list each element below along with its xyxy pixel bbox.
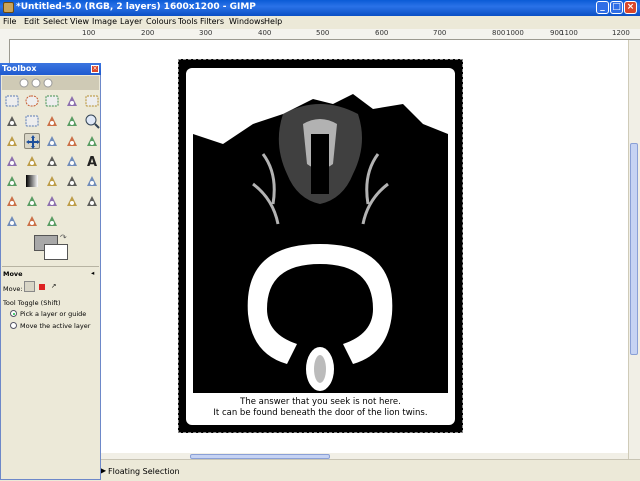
image-caption-line-2: It can be found beneath the door of the … [213, 408, 428, 418]
move-layer-mode-button[interactable] [24, 281, 35, 292]
move-selection-mode-button[interactable] [39, 284, 45, 290]
rect-select-tool-icon[interactable] [4, 93, 20, 109]
flip-tool-icon[interactable] [64, 153, 80, 169]
wilber-eyes-icon [19, 78, 53, 88]
close-button[interactable]: × [624, 1, 637, 14]
menu-edit[interactable]: Edit [24, 17, 40, 26]
perspective-clone-tool-icon[interactable] [84, 193, 100, 209]
heal-tool-icon[interactable] [64, 193, 80, 209]
ruler-tick: 200 [141, 29, 155, 37]
airbrush-tool-icon[interactable] [4, 193, 20, 209]
ellipse-select-tool-icon[interactable] [24, 93, 40, 109]
eraser-tool-icon[interactable] [84, 173, 100, 189]
color-select-tool-icon[interactable] [84, 93, 100, 109]
horizontal-ruler[interactable]: 100 200 300 400 500 600 700 800 900 1000… [0, 29, 640, 40]
door-knocker-photo [193, 74, 448, 393]
ruler-tick: 100 [82, 29, 96, 37]
menu-image[interactable]: Image [92, 17, 117, 26]
toolbox-close-button[interactable]: × [91, 65, 99, 73]
measure-tool-icon[interactable] [4, 133, 20, 149]
dodge-burn-tool-icon[interactable] [44, 213, 60, 229]
ruler-tick: 800 [492, 29, 506, 37]
tool-toggle-label: Tool Toggle (Shift) [3, 299, 61, 307]
minimize-button[interactable]: _ [596, 1, 609, 14]
svg-text:A: A [87, 155, 97, 169]
fuzzy-select-tool-icon[interactable] [64, 93, 80, 109]
ruler-tick: 300 [199, 29, 213, 37]
paintbrush-tool-icon[interactable] [64, 173, 80, 189]
move-tool-icon[interactable] [24, 133, 40, 149]
smudge-tool-icon[interactable] [24, 213, 40, 229]
menu-select[interactable]: Select [43, 17, 68, 26]
toolbox-banner [2, 76, 99, 90]
image-caption-line-1: The answer that you seek is not here. [240, 397, 401, 407]
menu-tools[interactable]: Tools [178, 17, 198, 26]
zoom-tool-icon[interactable] [84, 113, 100, 129]
ink-tool-icon[interactable] [24, 193, 40, 209]
blend-tool-icon[interactable] [24, 173, 40, 189]
paths-tool-icon[interactable] [44, 113, 60, 129]
status-text: Floating Selection [108, 467, 180, 476]
menu-windows[interactable]: Windows [229, 17, 265, 26]
menu-colours[interactable]: Colours [146, 17, 176, 26]
pick-layer-label[interactable]: Pick a layer or guide [20, 310, 86, 318]
ruler-tick: 1100 [560, 29, 578, 37]
window-title: *Untitled-5.0 (RGB, 2 layers) 1600x1200 … [16, 2, 256, 12]
background-color-swatch[interactable] [44, 244, 68, 260]
shear-tool-icon[interactable] [24, 153, 40, 169]
move-label: Move: [3, 285, 23, 293]
menu-view[interactable]: View [70, 17, 89, 26]
color-picker-tool-icon[interactable] [64, 113, 80, 129]
menu-layer[interactable]: Layer [120, 17, 142, 26]
toolbox-title-bar[interactable]: Toolbox [0, 63, 101, 75]
toolbox-divider [2, 266, 99, 267]
menu-bar: File Edit Select View Image Layer Colour… [0, 16, 640, 30]
pencil-tool-icon[interactable] [44, 173, 60, 189]
ruler-tick: 400 [258, 29, 272, 37]
menu-filters[interactable]: Filters [200, 17, 224, 26]
maximize-button[interactable]: □ [610, 1, 623, 14]
clone-tool-icon[interactable] [44, 193, 60, 209]
crop-tool-icon[interactable] [64, 133, 80, 149]
move-active-layer-label[interactable]: Move the active layer [20, 322, 90, 330]
perspective-tool-icon[interactable] [44, 153, 60, 169]
menu-help[interactable]: Help [264, 17, 282, 26]
menu-file[interactable]: File [3, 17, 16, 26]
gimp-app-icon[interactable] [3, 2, 14, 13]
title-bar: *Untitled-5.0 (RGB, 2 layers) 1600x1200 … [0, 0, 640, 16]
move-path-mode-button[interactable]: ↗ [51, 282, 56, 290]
swap-colors-icon[interactable]: ↷ [60, 233, 67, 242]
move-active-layer-radio[interactable] [10, 322, 17, 329]
ruler-tick: 700 [433, 29, 447, 37]
blur-tool-icon[interactable] [4, 213, 20, 229]
pick-layer-radio[interactable] [10, 310, 17, 317]
scissors-tool-icon[interactable] [4, 113, 20, 129]
align-tool-icon[interactable] [44, 133, 60, 149]
vertical-scroll-thumb[interactable] [630, 143, 638, 355]
rotate-tool-icon[interactable] [84, 133, 100, 149]
scale-tool-icon[interactable] [4, 153, 20, 169]
tool-options-title: Move [3, 270, 23, 278]
bucket-fill-tool-icon[interactable] [4, 173, 20, 189]
lion-knocker-illustration [193, 74, 448, 393]
tool-options-menu-icon[interactable]: ◂ [91, 269, 94, 277]
foreground-select-tool-icon[interactable] [24, 113, 40, 129]
ruler-tick: 500 [316, 29, 330, 37]
ruler-tick: 1200 [612, 29, 630, 37]
ruler-tick: 600 [375, 29, 389, 37]
ruler-tick: 1000 [506, 29, 524, 37]
text-tool-icon[interactable]: A [84, 153, 100, 169]
toolbox-title: Toolbox [2, 64, 37, 73]
free-select-tool-icon[interactable] [44, 93, 60, 109]
